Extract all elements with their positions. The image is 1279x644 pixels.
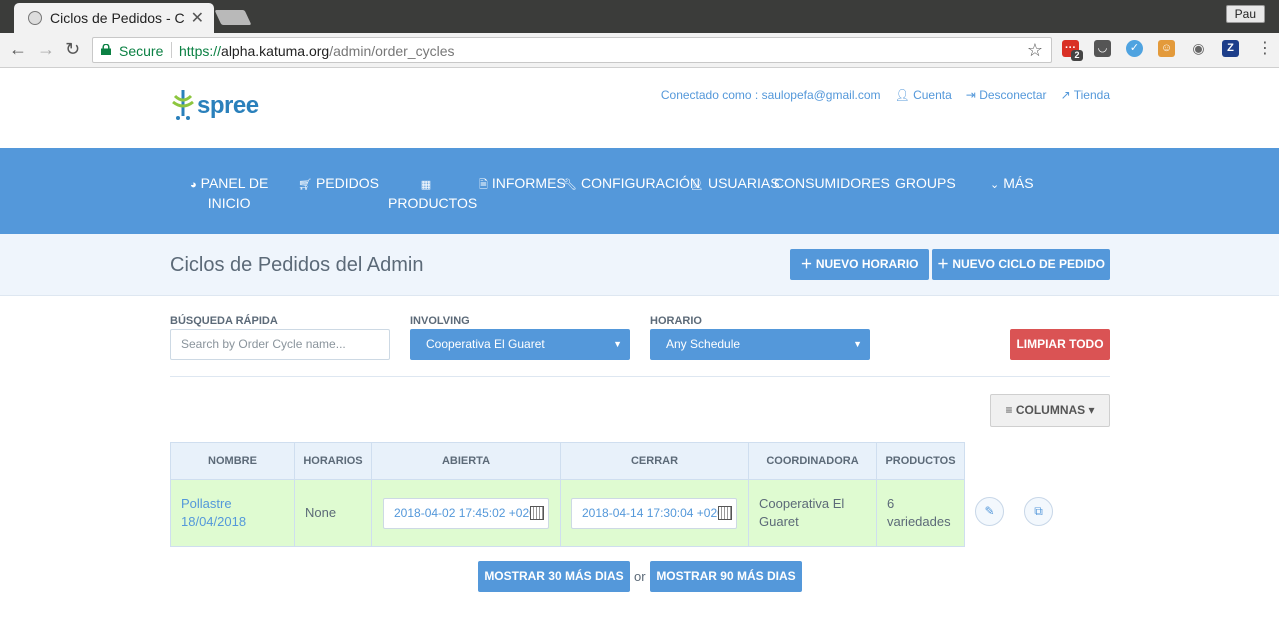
page-title: Ciclos de Pedidos del Admin <box>170 254 424 276</box>
opens-cell: 2018-04-02 17:45:02 +0200 <box>371 479 561 547</box>
secure-label: Secure <box>119 43 164 59</box>
spree-logo[interactable]: spree <box>172 88 259 124</box>
user-icon: 👤︎ <box>894 88 910 102</box>
column-header[interactable]: PRODUCTOS <box>876 442 965 480</box>
favicon-icon <box>28 11 42 25</box>
involving-label: INVOLVING <box>410 315 470 327</box>
list-icon: ≡ <box>1005 403 1013 417</box>
reload-icon[interactable]: ↻ <box>65 39 80 59</box>
logo-text: spree <box>197 92 259 119</box>
tab-close-icon[interactable]: ✕ <box>191 8 204 28</box>
store-link[interactable]: ↗ Tienda <box>1061 88 1110 102</box>
extension-bird-icon[interactable]: ✓ <box>1126 40 1143 57</box>
plus-icon: ＋ <box>936 257 949 271</box>
browser-toolbar: ← → ↻ Secure https://alpha.katuma.org/ad… <box>0 33 1279 68</box>
columns-dropdown-button[interactable]: ≡ COLUMNAS ▾ <box>990 394 1110 427</box>
plus-icon: ＋ <box>800 257 813 271</box>
column-header[interactable]: COORDINADORA <box>748 442 877 480</box>
calendar-icon[interactable] <box>718 505 732 520</box>
nav-more[interactable]: ⌄ MÁS <box>990 174 1034 194</box>
grid-icon: ▦ <box>420 179 432 191</box>
schedules-cell: None <box>294 479 372 547</box>
lock-icon <box>101 44 111 55</box>
browser-tab[interactable]: Ciclos de Pedidos - C ✕ <box>14 3 214 33</box>
closes-cell: 2018-04-14 17:30:04 +0200 <box>560 479 749 547</box>
calendar-icon[interactable] <box>530 505 544 520</box>
divider <box>170 376 1110 377</box>
edit-icon: ✎ <box>984 504 995 518</box>
show-90-more-days-button[interactable]: MOSTRAR 90 MÁS DIAS <box>650 561 802 592</box>
column-header[interactable]: CERRAR <box>560 442 749 480</box>
wrench-icon: 🔧︎ <box>563 179 577 191</box>
copy-icon: ⧉ <box>1034 504 1043 518</box>
nav-configuration[interactable]: 🔧︎ CONFIGURACIÓN <box>563 174 700 194</box>
column-header[interactable]: NOMBRE <box>170 442 295 480</box>
extension-face-icon[interactable]: ☺ <box>1158 40 1175 57</box>
menu-kebab-icon[interactable]: ⋮ <box>1257 39 1273 59</box>
nav-products[interactable]: ▦ PRODUCTOS <box>388 174 477 212</box>
chevron-down-icon: ⌄ <box>990 179 1000 191</box>
browser-tab-bar: Ciclos de Pedidos - C ✕ Pau <box>0 0 1279 33</box>
account-link[interactable]: 👤︎ Cuenta <box>895 88 952 102</box>
divider <box>171 42 172 58</box>
involving-select[interactable]: Cooperativa El Guaret ▼ <box>410 329 630 360</box>
profile-button[interactable]: Pau <box>1225 5 1265 23</box>
quick-search-input[interactable]: Search by Order Cycle name... <box>170 329 390 360</box>
back-icon[interactable]: ← <box>9 39 27 59</box>
nav-orders[interactable]: 🛒︎ PEDIDOS <box>298 174 379 194</box>
url-text: https://alpha.katuma.org/admin/order_cyc… <box>179 43 455 59</box>
pocket-icon[interactable]: ◡ <box>1094 40 1111 57</box>
sign-out-icon: ⇥ <box>965 88 976 102</box>
tab-title: Ciclos de Pedidos - C <box>50 10 185 26</box>
edit-button[interactable]: ✎ <box>975 497 1004 526</box>
closes-datetime-input[interactable]: 2018-04-14 17:30:04 +0200 <box>571 497 737 529</box>
caret-down-icon: ▼ <box>853 339 862 349</box>
user-icon: 👤︎ <box>690 179 704 191</box>
new-schedule-button[interactable]: ＋ NUEVO HORARIO <box>790 249 929 280</box>
products-cell: 6 variedades <box>876 479 965 547</box>
logout-link[interactable]: ⇥ Desconectar <box>966 88 1047 102</box>
external-link-icon: ↗ <box>1060 88 1071 102</box>
or-text: or <box>634 569 646 584</box>
column-header[interactable]: ABIERTA <box>371 442 561 480</box>
forward-icon[interactable]: → <box>37 39 55 59</box>
coordinator-cell: Cooperativa El Guaret <box>748 479 877 547</box>
main-nav: ◕ PANEL DE INICIO 🛒︎ PEDIDOS ▦ PRODUCTOS 🗎︎ I… <box>0 148 1279 234</box>
new-order-cycle-button[interactable]: ＋ NUEVO CICLO DE PEDIDO <box>932 249 1110 280</box>
extension-z-icon[interactable]: Z <box>1222 40 1239 57</box>
nav-dashboard[interactable]: ◕ PANEL DE INICIO <box>190 174 268 212</box>
clear-all-button[interactable]: LIMPIAR TODO <box>1010 329 1110 360</box>
bookmark-star-icon[interactable]: ☆ <box>1027 40 1043 61</box>
nav-reports[interactable]: 🗎︎ INFORMES <box>479 174 566 194</box>
order-cycles-table: NOMBRE HORARIOS ABIERTA CERRAR COORDINAD… <box>170 442 965 547</box>
schedule-select[interactable]: Any Schedule ▼ <box>650 329 870 360</box>
order-cycle-name-link[interactable]: Pollastre 18/04/2018 <box>181 496 246 529</box>
table-header-row: NOMBRE HORARIOS ABIERTA CERRAR COORDINAD… <box>170 442 965 480</box>
file-icon: 🗎︎ <box>479 179 488 191</box>
quick-search-label: BÚSQUEDA RÁPIDA <box>170 315 278 327</box>
nav-groups[interactable]: GROUPS <box>895 174 956 192</box>
schedule-label: HORARIO <box>650 315 702 327</box>
new-tab-button[interactable] <box>214 10 252 25</box>
address-bar[interactable]: Secure https://alpha.katuma.org/admin/or… <box>92 37 1052 63</box>
caret-down-icon: ▾ <box>1088 403 1095 417</box>
cart-icon: 🛒︎ <box>298 179 312 191</box>
nav-consumers[interactable]: CONSUMIDORES <box>774 174 890 192</box>
nav-users[interactable]: 👤︎ USUARIAS <box>690 174 780 194</box>
logged-in-text: Conectado como : saulopefa@gmail.com <box>660 88 881 102</box>
table-row: Pollastre 18/04/2018 None 2018-04-02 17:4… <box>170 479 965 547</box>
show-30-more-days-button[interactable]: MOSTRAR 30 MÁS DIAS <box>478 561 630 592</box>
opens-datetime-input[interactable]: 2018-04-02 17:45:02 +0200 <box>383 497 549 529</box>
column-header[interactable]: HORARIOS <box>294 442 372 480</box>
dashboard-icon: ◕ <box>190 179 197 191</box>
order-cycle-name-cell: Pollastre 18/04/2018 <box>170 479 295 547</box>
spree-logo-icon <box>172 90 194 120</box>
caret-down-icon: ▼ <box>613 339 622 349</box>
user-bar: Conectado como : saulopefa@gmail.com 👤︎ … <box>661 88 1110 102</box>
clone-button[interactable]: ⧉ <box>1024 497 1053 526</box>
extension-badge: 2 <box>1071 50 1083 61</box>
camera-icon[interactable]: ◉ <box>1190 40 1207 57</box>
